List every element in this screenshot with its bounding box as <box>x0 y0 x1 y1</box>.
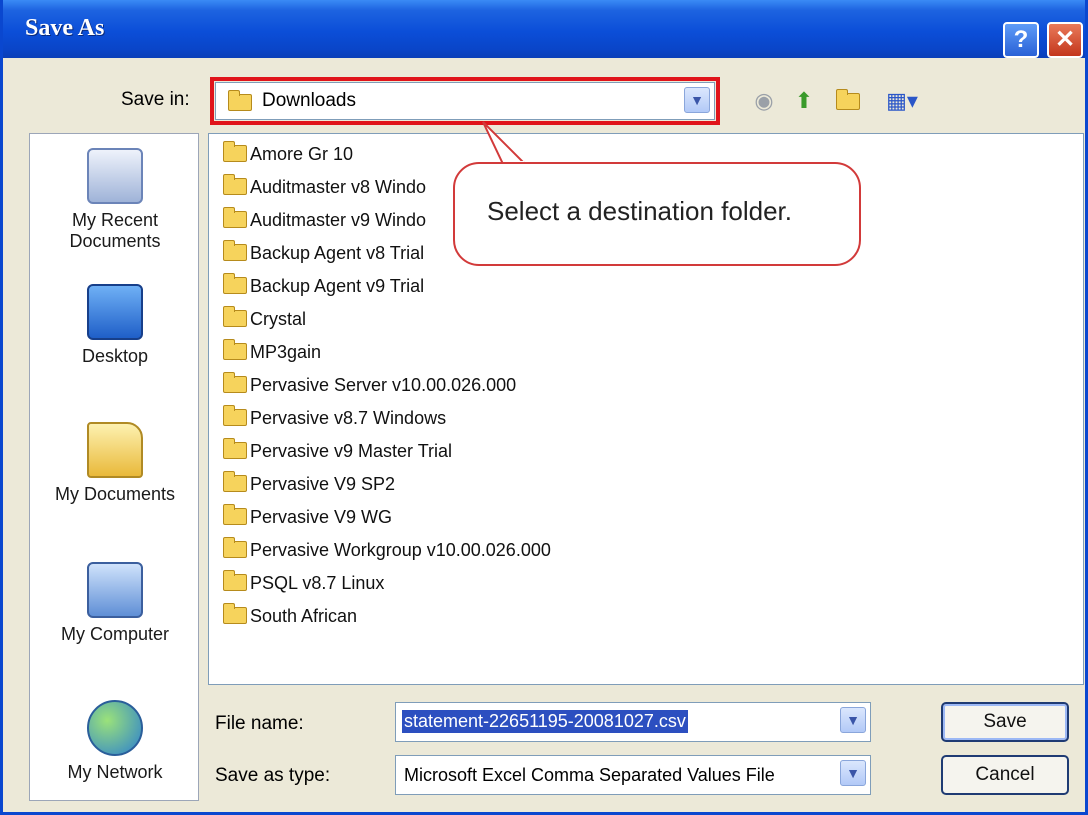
save-in-label: Save in: <box>121 89 190 110</box>
chevron-down-icon[interactable]: ▼ <box>840 760 866 786</box>
views-menu-icon[interactable]: ▦▾ <box>879 86 925 116</box>
list-item[interactable]: Pervasive v9 Master Trial <box>223 438 452 471</box>
list-item[interactable]: Backup Agent v8 Trial <box>223 240 424 273</box>
recent-documents-icon <box>87 148 143 204</box>
list-item[interactable]: Pervasive V9 WG <box>223 504 392 537</box>
list-item[interactable]: MP3gain <box>223 339 321 372</box>
place-label: My Documents <box>54 484 176 504</box>
folder-icon <box>223 537 247 558</box>
close-button[interactable]: ✕ <box>1047 22 1083 58</box>
folder-icon <box>223 273 247 294</box>
folder-icon <box>223 405 247 426</box>
folder-icon <box>223 603 247 624</box>
place-label: My Recent Documents <box>69 210 161 251</box>
folder-icon <box>223 339 247 360</box>
save-as-dialog: Save As ? ✕ Save in: Downloads ▼ ◉ ⬆ ▦▾ … <box>0 0 1088 815</box>
place-my-computer[interactable]: My Computer <box>30 562 200 645</box>
save-in-dropdown[interactable]: Downloads ▼ <box>210 77 720 125</box>
new-folder-icon[interactable] <box>833 86 863 116</box>
place-my-network[interactable]: My Network <box>30 700 200 783</box>
my-documents-icon <box>87 422 143 478</box>
folder-icon <box>223 306 247 327</box>
folder-icon <box>223 471 247 492</box>
list-item[interactable]: Amore Gr 10 <box>223 141 353 174</box>
title-bar[interactable]: Save As ? ✕ <box>3 0 1085 58</box>
folder-icon <box>228 90 252 111</box>
list-item[interactable]: Pervasive V9 SP2 <box>223 471 395 504</box>
save-in-value: Downloads <box>262 90 356 111</box>
list-item[interactable]: Backup Agent v9 Trial <box>223 273 424 306</box>
list-item[interactable]: Pervasive Workgroup v10.00.026.000 <box>223 537 551 570</box>
save-as-type-value: Microsoft Excel Comma Separated Values F… <box>404 765 775 785</box>
place-label: My Network <box>67 762 163 782</box>
folder-icon <box>223 570 247 591</box>
place-desktop[interactable]: Desktop <box>30 284 200 367</box>
folder-icon <box>223 207 247 228</box>
list-item[interactable]: Auditmaster v8 Windo <box>223 174 426 207</box>
desktop-icon <box>87 284 143 340</box>
list-item[interactable]: Pervasive Server v10.00.026.000 <box>223 372 516 405</box>
folder-icon <box>223 438 247 459</box>
list-item[interactable]: PSQL v8.7 Linux <box>223 570 384 603</box>
my-computer-icon <box>87 562 143 618</box>
back-icon[interactable]: ◉ <box>749 86 779 116</box>
my-network-icon <box>87 700 143 756</box>
list-item[interactable]: South African <box>223 603 357 636</box>
save-button[interactable]: Save <box>941 702 1069 742</box>
file-name-label: File name: <box>215 713 304 734</box>
file-name-input[interactable]: statement-22651195-20081027.csv ▼ <box>395 702 871 742</box>
place-label: Desktop <box>81 346 149 366</box>
places-bar: My Recent Documents Desktop My Documents… <box>29 133 199 801</box>
file-name-value: statement-22651195-20081027.csv <box>402 710 688 733</box>
callout-text: Select a destination folder. <box>487 196 792 226</box>
folder-icon <box>223 504 247 525</box>
folder-icon <box>223 240 247 261</box>
callout-tooltip: Select a destination folder. <box>453 162 861 266</box>
help-button[interactable]: ? <box>1003 22 1039 58</box>
chevron-down-icon[interactable]: ▼ <box>840 707 866 733</box>
folder-icon <box>223 372 247 393</box>
place-my-documents[interactable]: My Documents <box>30 422 200 505</box>
save-as-type-label: Save as type: <box>215 765 331 786</box>
place-label: My Computer <box>60 624 170 644</box>
list-item[interactable]: Crystal <box>223 306 306 339</box>
list-item[interactable]: Auditmaster v9 Windo <box>223 207 426 240</box>
cancel-button[interactable]: Cancel <box>941 755 1069 795</box>
up-folder-icon[interactable]: ⬆ <box>789 86 819 116</box>
chevron-down-icon[interactable]: ▼ <box>684 87 710 113</box>
folder-icon <box>223 141 247 162</box>
folder-icon <box>223 174 247 195</box>
save-as-type-dropdown[interactable]: Microsoft Excel Comma Separated Values F… <box>395 755 871 795</box>
list-item[interactable]: Pervasive v8.7 Windows <box>223 405 446 438</box>
place-my-recent-documents[interactable]: My Recent Documents <box>30 148 200 252</box>
dialog-title: Save As <box>25 15 105 41</box>
